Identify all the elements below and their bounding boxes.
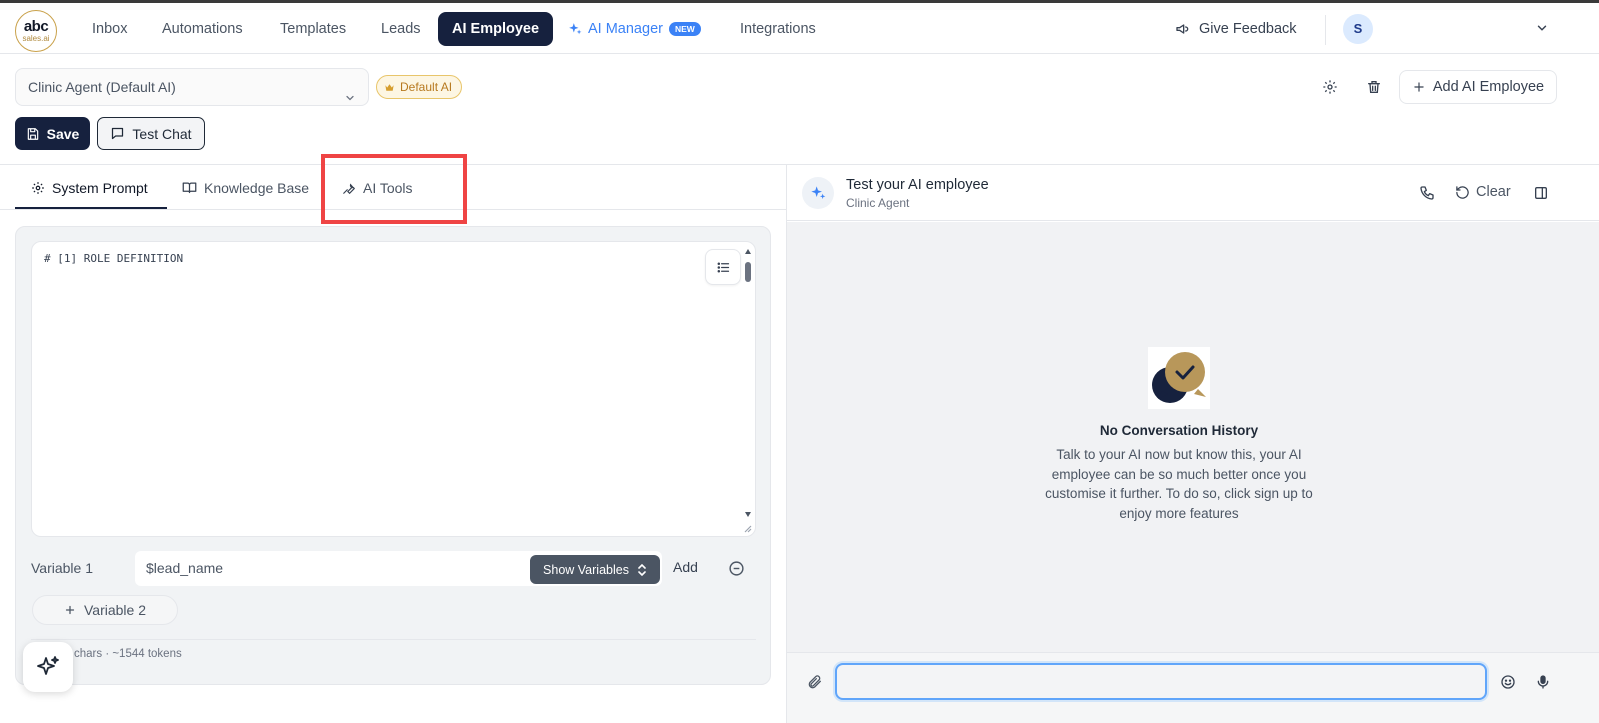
ai-employee-avatar (802, 177, 834, 209)
user-avatar[interactable]: S (1343, 14, 1373, 44)
add-ai-employee-button[interactable]: Add AI Employee (1399, 70, 1557, 104)
agent-select-value: Clinic Agent (Default AI) (28, 79, 176, 95)
scroll-thumb[interactable] (745, 262, 751, 282)
nav-item-leads[interactable]: Leads (367, 12, 435, 46)
agent-select[interactable]: Clinic Agent (Default AI) (15, 68, 369, 106)
token-count: chars · ~1544 tokens (74, 648, 182, 660)
tab-system-prompt[interactable]: System Prompt (31, 165, 148, 210)
smile-icon (1501, 675, 1515, 689)
give-feedback-label: Give Feedback (1199, 21, 1297, 37)
tab-knowledge-base-label: Knowledge Base (204, 179, 310, 196)
nav-ai-manager-label: AI Manager (588, 21, 663, 37)
agent-settings-button[interactable] (1316, 73, 1344, 101)
variable-1-value: $lead_name (146, 560, 224, 576)
nav-item-automations[interactable]: Automations (148, 12, 257, 46)
chat-check-icon (1148, 347, 1210, 409)
chat-subtitle: Clinic Agent (846, 196, 910, 210)
phone-icon (1420, 186, 1434, 200)
attach-button[interactable] (801, 668, 829, 696)
megaphone-icon (1176, 24, 1189, 34)
crown-icon (385, 83, 394, 91)
chat-title: Test your AI employee (846, 177, 989, 193)
tab-system-prompt-label: System Prompt (52, 179, 148, 196)
default-ai-badge: Default AI (376, 75, 463, 99)
chat-bubbles-illustration (1148, 347, 1210, 409)
microphone-icon (1537, 675, 1549, 689)
add-variable-link[interactable]: Add (673, 559, 698, 575)
nav-item-ai-manager[interactable]: AI Manager NEW (554, 12, 715, 46)
minus-circle-icon (729, 561, 744, 576)
chevron-up-down-icon (638, 563, 646, 576)
chevron-down-icon (344, 81, 356, 117)
editor-first-line: # [1] ROLE DEFINITION (44, 252, 184, 265)
nav-divider (1325, 15, 1326, 45)
rotate-ccw-icon (1456, 185, 1469, 199)
plus-icon (1414, 82, 1424, 92)
delete-agent-button[interactable] (1360, 73, 1388, 101)
trash-icon (1368, 81, 1380, 93)
clear-chat-button[interactable]: Clear (1455, 184, 1511, 200)
save-icon (27, 127, 38, 140)
add-ai-employee-label: Add AI Employee (1432, 79, 1545, 95)
ai-assist-fab[interactable] (23, 642, 73, 692)
test-chat-label: Test Chat (132, 125, 192, 142)
list-icon (717, 262, 729, 272)
chevron-down-icon (1537, 25, 1547, 31)
save-button[interactable]: Save (15, 117, 90, 150)
scroll-down-icon (745, 512, 751, 517)
plus-icon (65, 605, 75, 615)
book-icon (182, 182, 197, 194)
nav-item-integrations[interactable]: Integrations (726, 12, 830, 46)
account-menu-chevron[interactable] (1535, 21, 1549, 38)
test-chat-button[interactable]: Test Chat (97, 117, 205, 150)
show-variables-label: Show Variables (543, 562, 629, 577)
chat-bubble-icon (112, 127, 124, 140)
save-label: Save (46, 125, 80, 142)
system-prompt-editor[interactable]: # [1] ROLE DEFINITION (31, 241, 756, 537)
resize-handle-icon[interactable] (742, 523, 752, 533)
add-variable-2-button[interactable]: Variable 2 (32, 595, 178, 625)
editor-scrollbar[interactable] (744, 248, 752, 518)
show-variables-button[interactable]: Show Variables (530, 555, 660, 584)
nav-item-templates[interactable]: Templates (266, 12, 360, 46)
sidebar-icon (1535, 187, 1547, 199)
call-button[interactable] (1413, 179, 1441, 207)
top-navbar: abc sales.ai Inbox Automations Templates… (0, 3, 1599, 54)
ai-tools-highlight-box (321, 154, 467, 224)
abc-sales-logo[interactable]: abc sales.ai (15, 10, 57, 52)
paperclip-icon (808, 675, 821, 689)
default-ai-label: Default AI (400, 80, 453, 94)
empty-state-title: No Conversation History (1099, 423, 1259, 438)
sparkle-icon (37, 656, 59, 675)
gear-icon (32, 181, 44, 194)
active-tab-indicator (15, 207, 167, 209)
chat-message-input[interactable] (835, 663, 1487, 700)
stats-divider (31, 639, 756, 640)
nav-item-inbox[interactable]: Inbox (78, 12, 141, 46)
add-variable-2-label: Variable 2 (83, 602, 146, 618)
nav-item-ai-employee[interactable]: AI Employee (438, 12, 554, 46)
remove-variable-button[interactable] (728, 560, 745, 580)
new-badge: NEW (668, 22, 701, 36)
give-feedback-button[interactable]: Give Feedback (1175, 12, 1297, 46)
logo-sub-text: sales.ai (22, 33, 50, 43)
clear-chat-label: Clear (1476, 184, 1511, 200)
sparkle-icon (569, 23, 582, 35)
sparkle-icon (811, 186, 826, 199)
variable-1-label: Variable 1 (31, 560, 94, 576)
voice-input-button[interactable] (1529, 668, 1557, 696)
emoji-button[interactable] (1494, 668, 1522, 696)
empty-state-description: Talk to your AI now but know this, your … (1045, 447, 1313, 521)
logo-main-text: abc (23, 17, 49, 35)
outline-toggle-button[interactable] (705, 249, 741, 285)
toggle-panel-button[interactable] (1527, 179, 1555, 207)
scroll-up-icon (745, 249, 751, 254)
tab-knowledge-base[interactable]: Knowledge Base (182, 165, 309, 210)
gear-icon (1323, 80, 1337, 94)
